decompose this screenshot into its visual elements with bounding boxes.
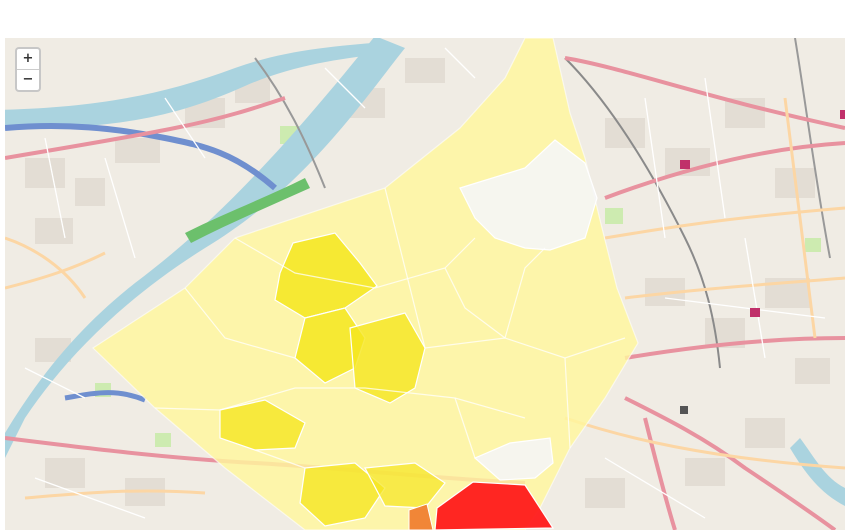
zoom-in-button[interactable]: + (17, 49, 39, 69)
zoom-out-button[interactable]: − (17, 69, 39, 90)
station-marker-icon (840, 110, 845, 119)
poi-marker-icon (680, 406, 688, 414)
station-marker-icon (680, 160, 690, 169)
zoom-control: + − (15, 47, 41, 92)
map-caption (0, 0, 850, 12)
station-marker-icon (750, 308, 760, 317)
map-canvas[interactable] (5, 38, 845, 530)
map-viewport[interactable]: + − (5, 38, 845, 530)
